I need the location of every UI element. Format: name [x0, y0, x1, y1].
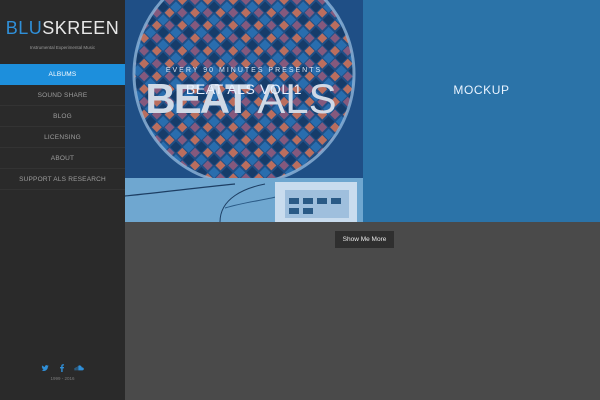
site-logo[interactable]: BLUSKREEN [0, 18, 125, 39]
facebook-icon[interactable] [58, 364, 66, 374]
nav-item-licensing[interactable]: LICENSING [0, 127, 125, 148]
logo-blu: BLU [5, 18, 43, 38]
art-top-text: EVERY 90 MINUTES PRESENTS [166, 67, 322, 74]
twitter-icon[interactable] [41, 364, 49, 374]
album-tile-beat-als-vol-1[interactable]: EVERY 90 MINUTES PRESENTS BEAT ALS BEAT … [125, 0, 363, 222]
site-tagline: Instrumental Experimental Music [29, 45, 96, 50]
nav-item-albums[interactable]: ALBUMS [0, 64, 125, 85]
main-nav: ALBUMS SOUND SHARE BLOG LICENSING ABOUT … [0, 64, 125, 190]
album-tile-mockup[interactable]: MOCKUP [363, 0, 600, 222]
nav-item-sound-share[interactable]: SOUND SHARE [0, 85, 125, 106]
show-more-button[interactable]: Show Me More [335, 231, 394, 248]
album-title: BEAT ALS VOL 1 [185, 81, 303, 97]
sidebar: BLUSKREEN Instrumental Experimental Musi… [0, 0, 125, 400]
copyright: 1999 - 2016 [50, 376, 75, 381]
soundcloud-icon[interactable] [74, 364, 84, 374]
nav-item-support-als-research[interactable]: SUPPORT ALS RESEARCH [0, 169, 125, 190]
album-photo-strip [125, 178, 363, 222]
logo-skreen: SKREEN [42, 18, 120, 38]
social-links [0, 359, 125, 377]
nav-item-blog[interactable]: BLOG [0, 106, 125, 127]
mockup-title: MOCKUP [453, 83, 510, 97]
nav-item-about[interactable]: ABOUT [0, 148, 125, 169]
